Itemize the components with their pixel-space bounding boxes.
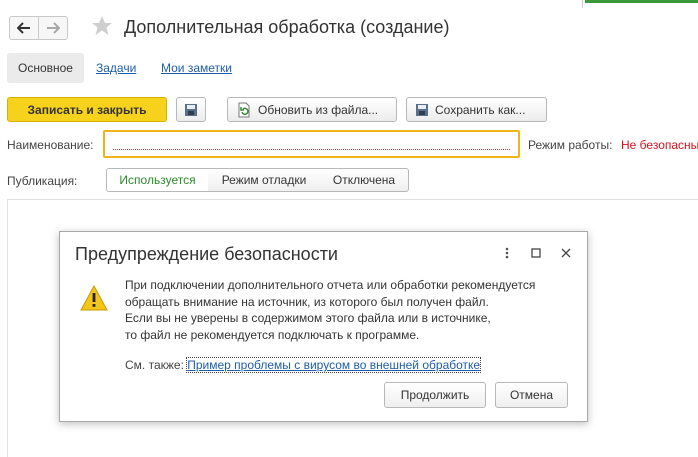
page-title: Дополнительная обработка (создание) — [124, 17, 450, 37]
save-button[interactable] — [176, 97, 206, 122]
cancel-button[interactable]: Отмена — [495, 382, 568, 408]
more-options-icon[interactable] — [499, 244, 515, 262]
tab-notes[interactable]: Мои заметки — [161, 61, 232, 75]
window-edge — [582, 0, 583, 8]
update-from-file-label: Обновить из файла... — [258, 102, 379, 117]
file-refresh-icon — [238, 102, 250, 117]
save-close-button[interactable]: Записать и закрыть — [7, 97, 167, 122]
mode-value: Не безопасный — [621, 138, 698, 152]
save-as-label: Сохранить как... — [435, 102, 526, 117]
forward-button[interactable] — [38, 16, 68, 40]
favorite-star-icon[interactable] — [90, 14, 114, 41]
message-line: обращать внимание на источник, из которо… — [125, 294, 489, 309]
publication-option-debug[interactable]: Режим отладки — [208, 168, 321, 192]
security-warning-dialog: Предупреждение безопасности При подключе… — [59, 231, 588, 422]
tab-main[interactable]: Основное — [7, 53, 84, 83]
accent-bar — [585, 0, 698, 3]
name-label: Наименование: — [7, 138, 94, 152]
see-also-label: См. также: — [125, 358, 184, 372]
message-line: При подключении дополнительного отчета и… — [125, 278, 536, 292]
floppy-disk-icon — [416, 103, 428, 116]
update-from-file-button[interactable]: Обновить из файла... — [227, 97, 397, 122]
publication-option-disabled[interactable]: Отключена — [320, 168, 409, 192]
arrow-left-icon — [17, 22, 30, 34]
arrow-right-icon — [47, 22, 60, 34]
warning-icon — [80, 284, 108, 314]
see-also: См. также: Пример проблемы с вирусом во … — [125, 357, 482, 373]
floppy-disk-icon — [185, 103, 197, 116]
continue-button[interactable]: Продолжить — [384, 382, 486, 408]
publication-label: Публикация: — [7, 174, 78, 188]
virus-example-link[interactable]: Пример проблемы с вирусом во внешней обр… — [186, 357, 482, 373]
required-underline — [113, 149, 510, 150]
dialog-title: Предупреждение безопасности — [75, 244, 338, 264]
maximize-icon[interactable] — [528, 244, 544, 262]
message-line: Если вы не уверены в содержимом этого фа… — [125, 311, 491, 325]
message-line: то файл не рекомендуется подключать к пр… — [125, 327, 420, 342]
dialog-message: При подключении дополнительного отчета и… — [125, 277, 535, 343]
close-icon[interactable] — [558, 244, 574, 262]
back-button[interactable] — [9, 16, 39, 40]
mode-label: Режим работы: — [528, 138, 613, 152]
name-field[interactable] — [103, 130, 520, 158]
publication-option-used[interactable]: Используется — [106, 168, 209, 192]
save-as-button[interactable]: Сохранить как... — [406, 97, 547, 122]
tab-tasks[interactable]: Задачи — [96, 61, 136, 75]
